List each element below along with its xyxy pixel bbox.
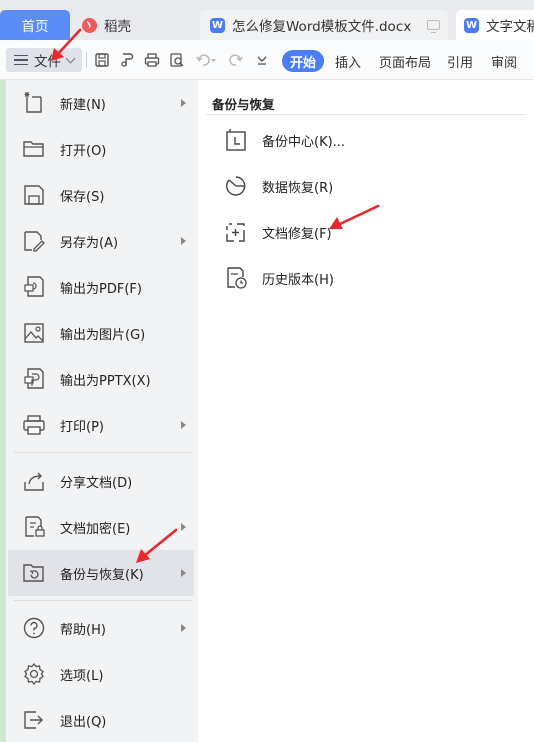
menu-divider [14, 452, 192, 453]
menu-item-label: 保存(S) [60, 189, 105, 205]
tab-document-word-template[interactable]: W 怎么修复Word模板文件.docx [200, 10, 448, 40]
submenu-item-label: 备份中心(K)... [262, 134, 346, 150]
file-menu-panel: 新建(N) 打开(O) 保存(S) 另存为(A) 输出为PDF(F) 输出为图片… [0, 80, 534, 742]
word-doc-icon: W [464, 17, 479, 33]
menu-item-print[interactable]: 打印(P) [8, 402, 194, 448]
save-icon [24, 185, 44, 205]
chevron-down-icon [65, 53, 76, 63]
menu-item-label: 分享文档(D) [60, 475, 133, 491]
menu-item-label: 另存为(A) [60, 235, 119, 251]
customize-toolbar-icon[interactable] [254, 52, 270, 68]
tab-document-new[interactable]: W 文字文稿1 [456, 10, 534, 40]
ribbon-tab-start-label: 开始 [289, 55, 316, 71]
ribbon-tab-references[interactable]: 引用 [447, 52, 473, 71]
doc-repair-icon [226, 223, 245, 242]
redo-icon[interactable] [228, 52, 244, 68]
submenu-item-label: 数据恢复(R) [262, 180, 334, 196]
menu-divider [14, 600, 192, 601]
tab-bar: 首页 稻壳 W 怎么修复Word模板文件.docx W 文字文稿1 [0, 0, 534, 40]
submenu-arrow-icon [181, 624, 186, 632]
menu-item-label: 输出为PPTX(X) [60, 373, 151, 389]
tab-daoke[interactable]: 稻壳 [74, 10, 198, 40]
folder-icon [23, 141, 44, 157]
menu-item-open[interactable]: 打开(O) [8, 126, 194, 172]
menu-item-label: 输出为图片(G) [60, 327, 146, 343]
menu-item-new[interactable]: 新建(N) [8, 80, 194, 126]
format-painter-icon[interactable] [119, 52, 135, 68]
file-menu-label: 文件 [34, 54, 61, 70]
menu-item-label: 输出为PDF(F) [60, 281, 142, 297]
menu-item-share[interactable]: 分享文档(D) [8, 458, 194, 504]
menu-item-label: 新建(N) [60, 97, 106, 113]
toolbar-divider [86, 52, 87, 68]
tab-document-label: 怎么修复Word模板文件.docx [232, 19, 412, 35]
daoke-logo-icon [82, 17, 97, 33]
print-preview-icon[interactable] [169, 52, 185, 68]
menu-item-label: 选项(L) [60, 668, 104, 684]
submenu-item-history-version[interactable]: 历史版本(H) [224, 260, 524, 296]
encrypt-icon [25, 516, 45, 537]
menu-item-save-as[interactable]: 另存为(A) [8, 218, 194, 264]
menu-item-label: 备份与恢复(K) [60, 567, 144, 583]
menu-item-label: 文档加密(E) [60, 521, 131, 537]
submenu-item-label: 历史版本(H) [262, 272, 334, 288]
submenu-item-label: 文档修复(F) [262, 226, 332, 242]
menu-item-label: 帮助(H) [60, 622, 106, 638]
printer-icon [23, 415, 45, 435]
gear-icon [24, 662, 44, 686]
submenu-arrow-icon [181, 523, 186, 531]
menu-item-exit[interactable]: 退出(Q) [8, 697, 194, 742]
printer-icon[interactable] [144, 52, 160, 68]
tab-home-label: 首页 [21, 19, 49, 35]
ribbon-tab-page-layout[interactable]: 页面布局 [379, 52, 431, 71]
submenu-arrow-icon [181, 99, 186, 107]
menu-item-export-image[interactable]: 输出为图片(G) [8, 310, 194, 356]
ribbon-tab-start[interactable]: 开始 [282, 50, 324, 72]
menu-item-label: 退出(Q) [60, 714, 107, 730]
undo-icon[interactable] [195, 52, 217, 68]
submenu-arrow-icon [181, 569, 186, 577]
ribbon-tab-review[interactable]: 审阅 [491, 52, 517, 71]
submenu-item-doc-repair[interactable]: 文档修复(F) [224, 214, 524, 250]
cast-icon[interactable] [427, 20, 441, 33]
menu-item-label: 打印(P) [60, 419, 104, 435]
submenu-arrow-icon [181, 421, 186, 429]
exit-icon [24, 711, 43, 729]
backup-icon [23, 564, 44, 582]
hamburger-icon [14, 54, 28, 66]
pptx-icon [24, 368, 44, 389]
new-doc-icon [24, 92, 42, 113]
menu-item-export-pptx[interactable]: 输出为PPTX(X) [8, 356, 194, 402]
history-version-icon [227, 267, 247, 289]
tab-home[interactable]: 首页 [0, 10, 70, 40]
backup-center-icon [226, 129, 246, 151]
menu-item-save[interactable]: 保存(S) [8, 172, 194, 218]
submenu-item-data-recovery[interactable]: 数据恢复(R) [224, 168, 524, 204]
submenu-item-backup-center[interactable]: 备份中心(K)... [224, 122, 524, 158]
share-icon [24, 472, 44, 491]
tab-document2-label: 文字文稿1 [486, 19, 534, 35]
submenu-title: 备份与恢复 [212, 97, 275, 112]
tab-daoke-label: 稻壳 [104, 19, 131, 35]
submenu-arrow-icon [181, 237, 186, 245]
submenu-divider [206, 114, 526, 115]
help-icon [23, 617, 45, 639]
save-as-icon [24, 231, 45, 252]
menu-item-label: 打开(O) [60, 143, 107, 159]
data-recovery-icon [226, 176, 246, 196]
menu-item-encrypt[interactable]: 文档加密(E) [8, 504, 194, 550]
image-icon [24, 323, 44, 343]
quick-toolbar: 文件 开始 插入 页面布局 引用 审阅 [0, 40, 534, 80]
file-menu-button[interactable]: 文件 [6, 48, 82, 72]
word-doc-icon: W [210, 17, 225, 33]
save-icon[interactable] [94, 52, 110, 68]
menu-item-backup-restore[interactable]: 备份与恢复(K) [8, 550, 194, 596]
menu-item-export-pdf[interactable]: 输出为PDF(F) [8, 264, 194, 310]
menu-item-options[interactable]: 选项(L) [8, 651, 194, 697]
ribbon-tab-insert[interactable]: 插入 [335, 52, 361, 71]
menu-item-help[interactable]: 帮助(H) [8, 605, 194, 651]
pdf-icon [24, 276, 44, 297]
backup-restore-submenu: 备份与恢复 备份中心(K)... 数据恢复(R) 文档修复(F) 历史版本(H) [198, 80, 534, 742]
wps-window: 首页 稻壳 W 怎么修复Word模板文件.docx W 文字文稿1 文件 [0, 0, 534, 742]
